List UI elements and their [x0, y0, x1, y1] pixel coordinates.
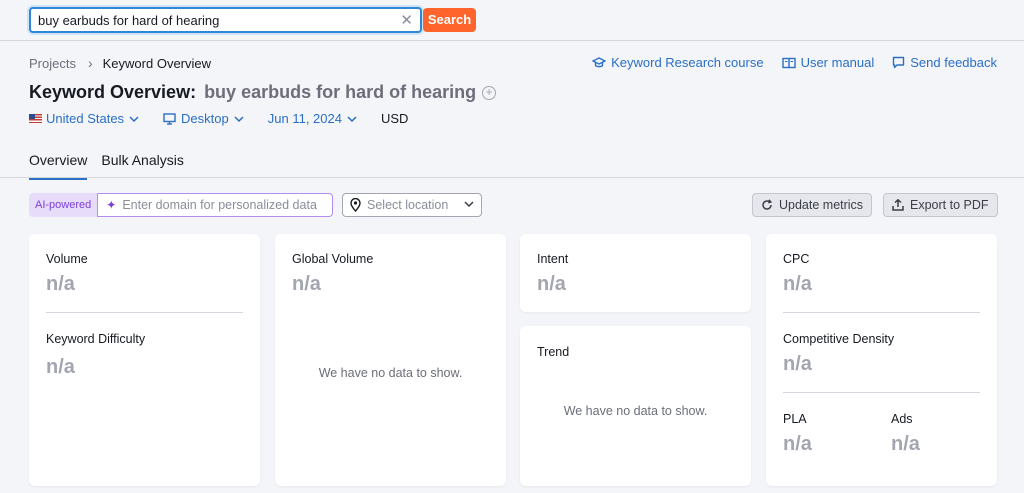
intent-value: n/a: [537, 273, 566, 295]
breadcrumb: Projects › Keyword Overview: [29, 55, 211, 71]
send-feedback-label: Send feedback: [910, 55, 997, 70]
filters-bar: United States Desktop Jun 11, 2024 USD: [29, 111, 432, 126]
search-button[interactable]: Search: [423, 8, 476, 32]
volume-kd-card: Volume n/a Keyword Difficulty n/a: [29, 234, 260, 486]
trend-card: Trend We have no data to show.: [520, 326, 751, 486]
breadcrumb-current: Keyword Overview: [102, 55, 212, 71]
device-label: Desktop: [181, 111, 229, 126]
chevron-right-icon: ›: [87, 55, 93, 71]
intent-label: Intent: [537, 252, 569, 266]
keyword-difficulty-value: n/a: [46, 356, 75, 378]
trend-empty-message: We have no data to show.: [563, 404, 708, 418]
chevron-down-icon: [129, 115, 139, 122]
breadcrumb-projects[interactable]: Projects: [29, 56, 76, 71]
desktop-icon: [163, 112, 176, 125]
trend-label: Trend: [537, 345, 570, 359]
sparkle-icon: ✦: [106, 198, 117, 212]
page-title: Keyword Overview: buy earbuds for hard o…: [29, 82, 497, 103]
global-volume-card: Global Volume n/a We have no data to sho…: [275, 234, 506, 486]
cpc-label: CPC: [783, 252, 810, 266]
page-title-label: Keyword Overview:: [29, 82, 197, 102]
update-metrics-button[interactable]: Update metrics: [752, 193, 873, 217]
page-title-keyword: buy earbuds for hard of hearing: [204, 82, 477, 102]
chevron-down-icon: [347, 115, 357, 122]
global-volume-label: Global Volume: [292, 252, 374, 266]
top-bar: ✕ Search: [0, 0, 1024, 41]
location-select[interactable]: Select location: [342, 193, 482, 217]
add-to-list-icon[interactable]: +: [482, 85, 497, 100]
help-links: Keyword Research course User manual Send…: [574, 55, 997, 70]
intent-card: Intent n/a: [520, 234, 751, 312]
keyword-research-course-label: Keyword Research course: [611, 55, 764, 70]
ai-domain-group: AI-powered ✦ Enter domain for personaliz…: [29, 193, 334, 217]
update-metrics-label: Update metrics: [779, 198, 864, 212]
competitive-density-label: Competitive Density: [783, 332, 895, 346]
global-volume-value: n/a: [292, 273, 321, 295]
location-placeholder: Select location: [367, 198, 449, 212]
book-icon: [781, 57, 796, 68]
volume-label: Volume: [46, 252, 88, 266]
user-manual-label: User manual: [800, 55, 875, 70]
competitive-density-value: n/a: [783, 353, 812, 375]
search-box[interactable]: ✕: [29, 7, 422, 33]
chevron-down-icon: [464, 201, 474, 207]
card-divider: [783, 392, 980, 393]
domain-input-placeholder: Enter domain for personalized data: [122, 198, 317, 212]
keyword-difficulty-label: Keyword Difficulty: [46, 332, 146, 346]
pla-value: n/a: [783, 433, 812, 455]
cpc-value: n/a: [783, 273, 812, 295]
tabs-divider: [0, 177, 1024, 178]
date-select[interactable]: Jun 11, 2024: [268, 111, 357, 126]
cpc-card: CPC n/a Competitive Density n/a PLA n/a …: [766, 234, 997, 486]
country-select[interactable]: United States: [29, 111, 139, 126]
us-flag-icon: [29, 114, 42, 123]
send-feedback-link[interactable]: Send feedback: [892, 55, 997, 70]
chevron-down-icon: [234, 115, 244, 122]
tabs: Overview Bulk Analysis: [29, 152, 198, 180]
tab-overview[interactable]: Overview: [29, 152, 88, 180]
keyword-research-course-link[interactable]: Keyword Research course: [592, 55, 764, 70]
search-input[interactable]: [38, 11, 398, 30]
export-pdf-button[interactable]: Export to PDF: [883, 193, 998, 217]
date-label: Jun 11, 2024: [267, 111, 342, 126]
global-volume-empty-message: We have no data to show.: [318, 366, 463, 380]
ai-powered-badge: AI-powered: [29, 193, 98, 217]
refresh-icon: [762, 199, 773, 210]
ads-value: n/a: [891, 433, 920, 455]
graduation-cap-icon: [592, 56, 607, 67]
tab-bulk-analysis[interactable]: Bulk Analysis: [101, 152, 183, 180]
location-pin-icon: [350, 198, 361, 212]
currency-label: USD: [380, 111, 409, 126]
domain-input[interactable]: ✦ Enter domain for personalized data: [97, 193, 334, 217]
country-label: United States: [46, 111, 125, 126]
card-divider: [46, 312, 243, 313]
export-icon: [892, 199, 904, 211]
volume-value: n/a: [46, 273, 75, 295]
pla-label: PLA: [783, 412, 807, 426]
user-manual-link[interactable]: User manual: [781, 55, 875, 70]
ads-label: Ads: [891, 412, 913, 426]
device-select[interactable]: Desktop: [163, 111, 244, 126]
card-divider: [783, 312, 980, 313]
export-pdf-label: Export to PDF: [910, 198, 989, 212]
chat-bubble-icon: [893, 56, 905, 69]
clear-icon[interactable]: ✕: [400, 12, 413, 29]
